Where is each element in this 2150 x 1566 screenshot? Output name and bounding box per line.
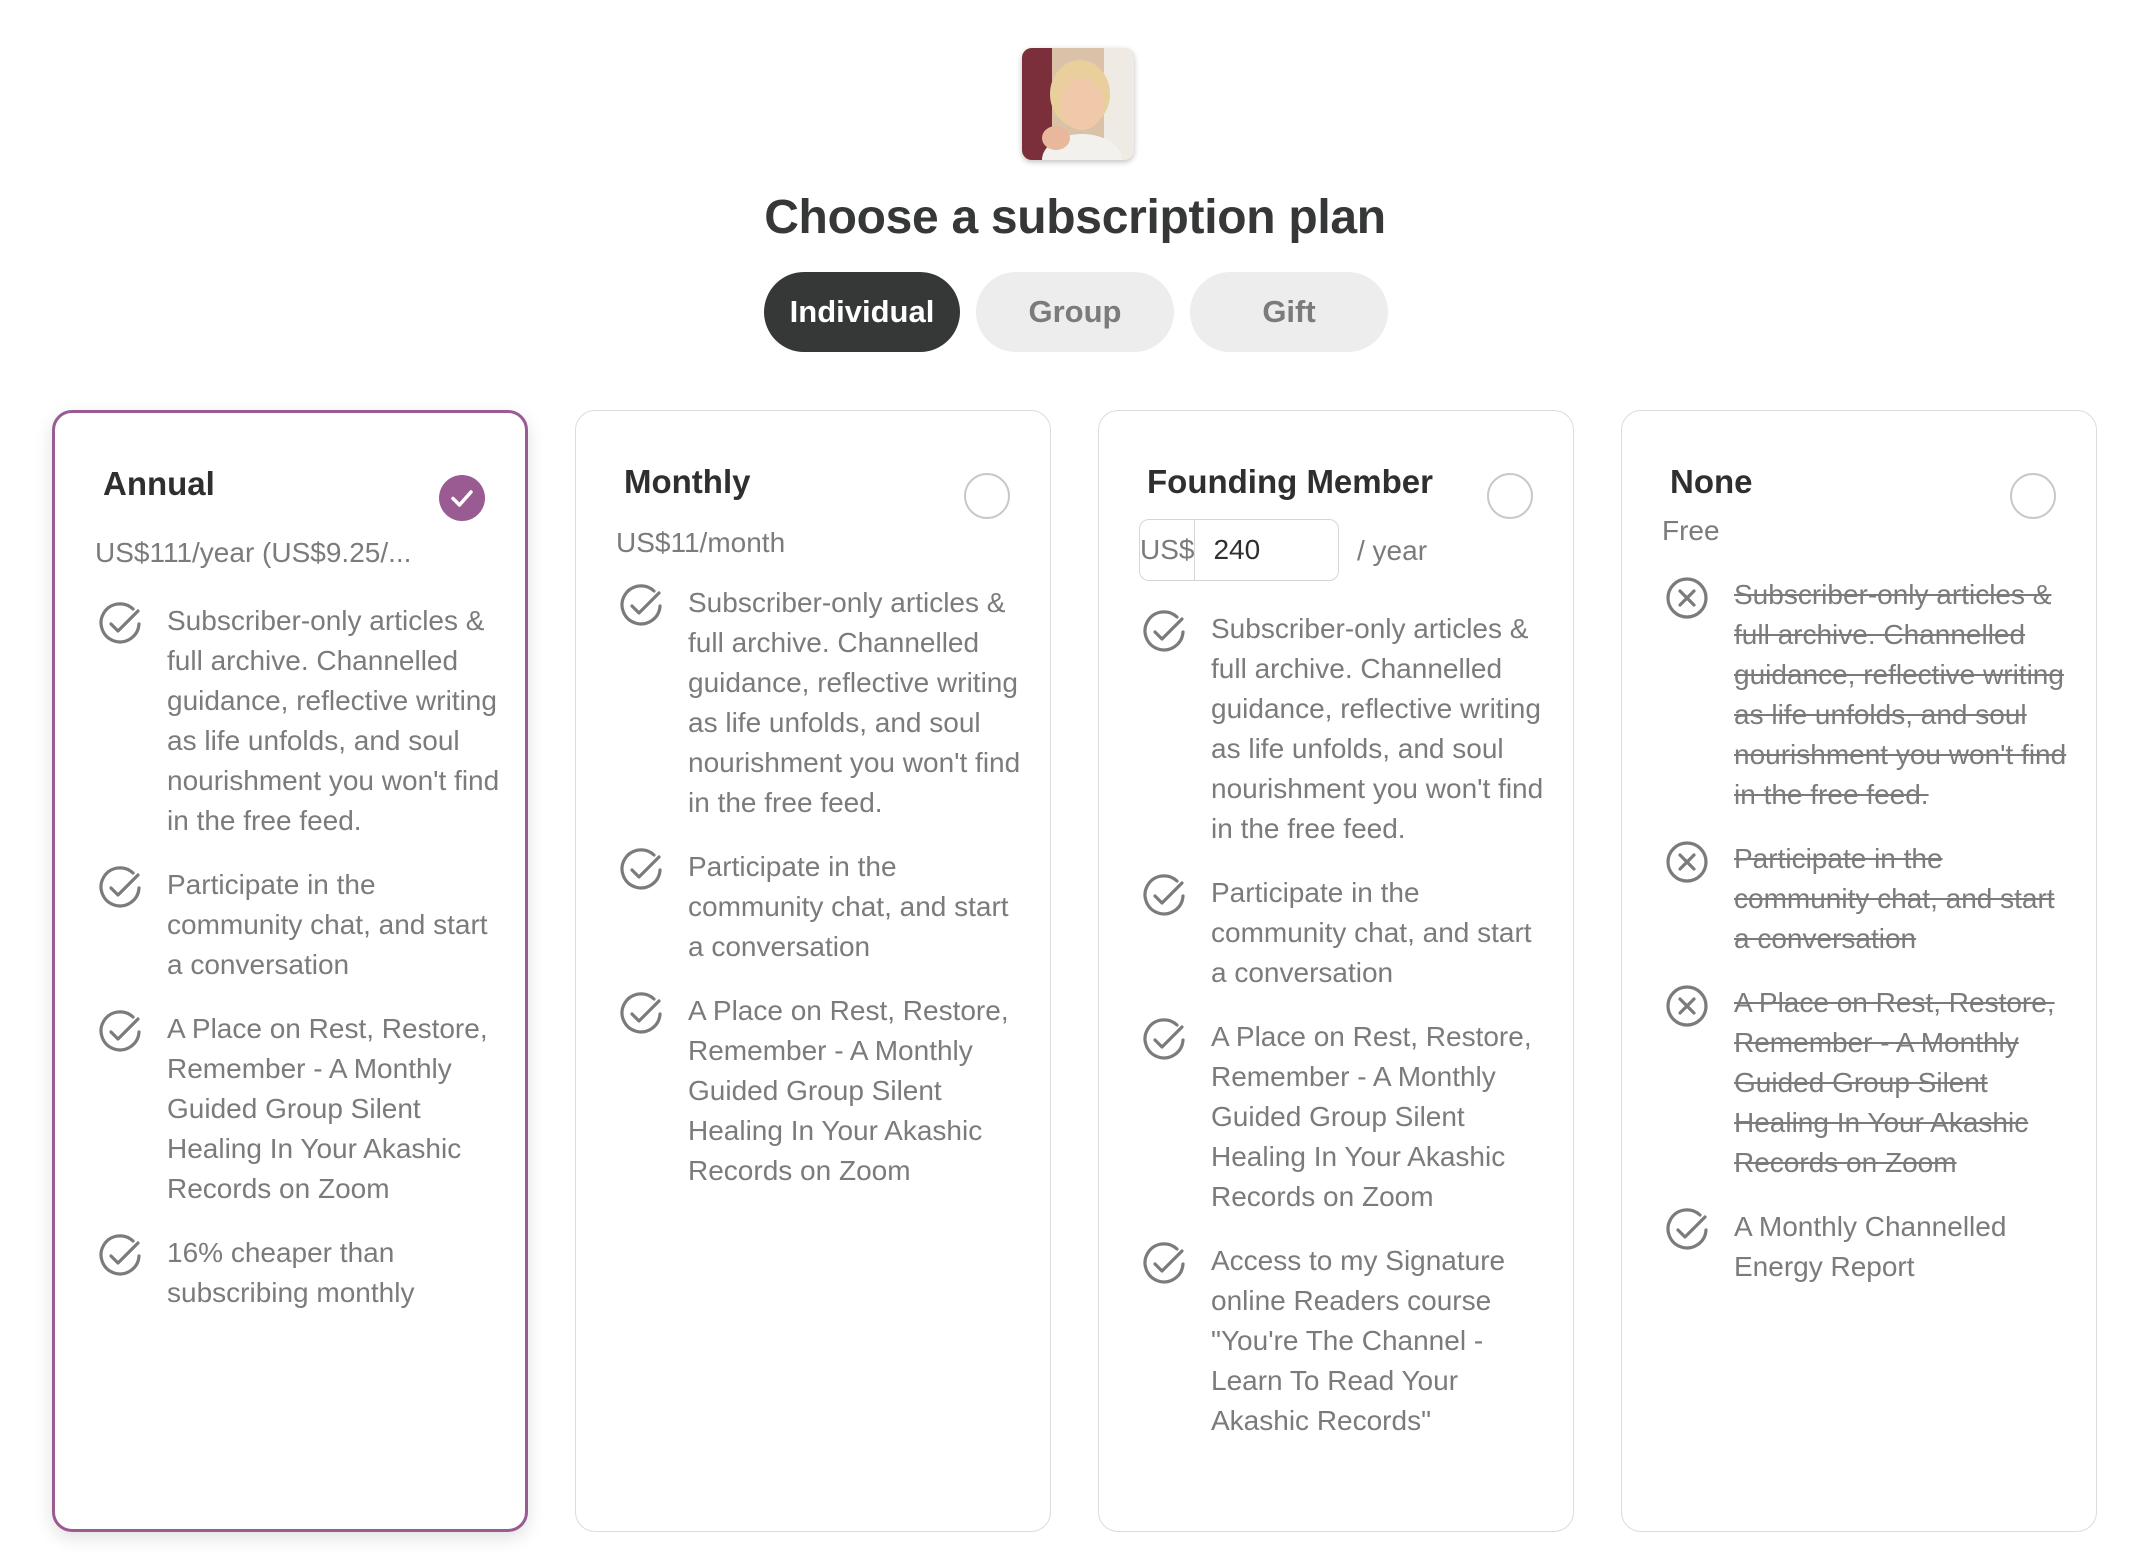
tab-gift[interactable]: Gift (1190, 272, 1388, 352)
plan-name: Monthly (624, 463, 751, 500)
plan-name: None (1670, 463, 1753, 500)
x-circle-icon (1666, 841, 1708, 883)
x-circle-icon (1666, 985, 1708, 1027)
feature-list: Subscriber-only articles & full archive.… (95, 601, 505, 1337)
feature-item-excluded: A Place on Rest, Restore, Remember - A M… (1662, 983, 2076, 1183)
checkmark-icon (451, 490, 473, 507)
price-unit: / year (1357, 535, 1428, 566)
feature-item: 16% cheaper than subscribing monthly (95, 1233, 505, 1313)
feature-item: Participate in the community chat, and s… (1139, 873, 1553, 993)
feature-text: Participate in the community chat, and s… (1734, 843, 2055, 954)
tab-individual[interactable]: Individual (764, 272, 960, 352)
check-circle-icon (1143, 610, 1185, 652)
feature-text: Subscriber-only articles & full archive.… (167, 605, 500, 836)
check-circle-icon (620, 992, 662, 1034)
check-circle-icon (620, 848, 662, 890)
plan-radio-selected[interactable] (439, 475, 485, 521)
feature-item: A Place on Rest, Restore, Remember - A M… (95, 1009, 505, 1209)
feature-text: Participate in the community chat, and s… (167, 869, 488, 980)
check-circle-icon (99, 1010, 141, 1052)
tab-group[interactable]: Group (976, 272, 1174, 352)
avatar-portrait-icon (1022, 48, 1134, 160)
x-circle-icon (1666, 577, 1708, 619)
feature-text: Subscriber-only articles & full archive.… (688, 587, 1021, 818)
plan-card-annual[interactable]: Annual US$111/year (US$9.25/... Subscrib… (52, 410, 528, 1532)
check-circle-icon (99, 1234, 141, 1276)
feature-text: A Place on Rest, Restore, Remember - A M… (167, 1013, 488, 1204)
plan-price: US$11/month (616, 527, 786, 558)
plan-name: Annual (103, 465, 215, 502)
feature-item: Subscriber-only articles & full archive.… (616, 583, 1030, 823)
check-circle-icon (1143, 874, 1185, 916)
price-input: US$ (1139, 519, 1577, 581)
feature-text: A Place on Rest, Restore, Remember - A M… (1211, 1021, 1532, 1212)
plan-radio[interactable] (2010, 473, 2056, 519)
feature-text: Participate in the community chat, and s… (688, 851, 1009, 962)
plan-radio[interactable] (1487, 473, 1533, 519)
check-circle-icon (620, 584, 662, 626)
feature-item: Participate in the community chat, and s… (95, 865, 505, 985)
check-circle-icon (99, 602, 141, 644)
plan-price: Free (1662, 515, 1720, 546)
feature-item: A Place on Rest, Restore, Remember - A M… (1139, 1017, 1553, 1217)
feature-list: Subscriber-only articles & full archive.… (616, 583, 1030, 1215)
plan-card-monthly[interactable]: Monthly US$11/month Subscriber-only arti… (575, 410, 1051, 1532)
avatar (1022, 48, 1134, 160)
page-title: Choose a subscription plan (764, 191, 1386, 244)
feature-list: Subscriber-only articles & full archive.… (1662, 575, 2076, 1311)
feature-text: Access to my Signature online Readers co… (1211, 1245, 1506, 1436)
plan-card-founding-member[interactable]: Founding Member US$ / year Subscriber-on… (1098, 410, 1577, 1532)
feature-item: A Monthly Channelled Energy Report (1662, 1207, 2076, 1287)
feature-text: A Monthly Channelled Energy Report (1734, 1211, 2007, 1282)
feature-text: 16% cheaper than subscribing monthly (167, 1237, 415, 1308)
feature-text: Subscriber-only articles & full archive.… (1734, 579, 2067, 810)
feature-item: Access to my Signature online Readers co… (1139, 1241, 1553, 1441)
plan-radio[interactable] (964, 473, 1010, 519)
feature-item: Subscriber-only articles & full archive.… (1139, 609, 1553, 849)
feature-text: A Place on Rest, Restore, Remember - A M… (1734, 987, 2055, 1178)
feature-item-excluded: Subscriber-only articles & full archive.… (1662, 575, 2076, 815)
feature-item: Subscriber-only articles & full archive.… (95, 601, 505, 841)
plan-type-tabs: Individual Group Gift (764, 272, 1388, 352)
feature-item: Participate in the community chat, and s… (616, 847, 1030, 967)
feature-text: Subscriber-only articles & full archive.… (1211, 613, 1544, 844)
plan-price: US$111/year (US$9.25/... (95, 537, 412, 568)
price-currency-label: US$ (1140, 520, 1196, 580)
check-circle-icon (1143, 1018, 1185, 1060)
plan-card-none[interactable]: None Free Subscriber-only articles & ful… (1621, 410, 2097, 1532)
check-circle-icon (1666, 1208, 1708, 1250)
check-circle-icon (99, 866, 141, 908)
plan-name: Founding Member (1147, 463, 1433, 500)
feature-item-excluded: Participate in the community chat, and s… (1662, 839, 2076, 959)
feature-item: A Place on Rest, Restore, Remember - A M… (616, 991, 1030, 1191)
feature-list: Subscriber-only articles & full archive.… (1139, 609, 1553, 1465)
feature-text: Participate in the community chat, and s… (1211, 877, 1532, 988)
check-circle-icon (1143, 1242, 1185, 1284)
feature-text: A Place on Rest, Restore, Remember - A M… (688, 995, 1009, 1186)
